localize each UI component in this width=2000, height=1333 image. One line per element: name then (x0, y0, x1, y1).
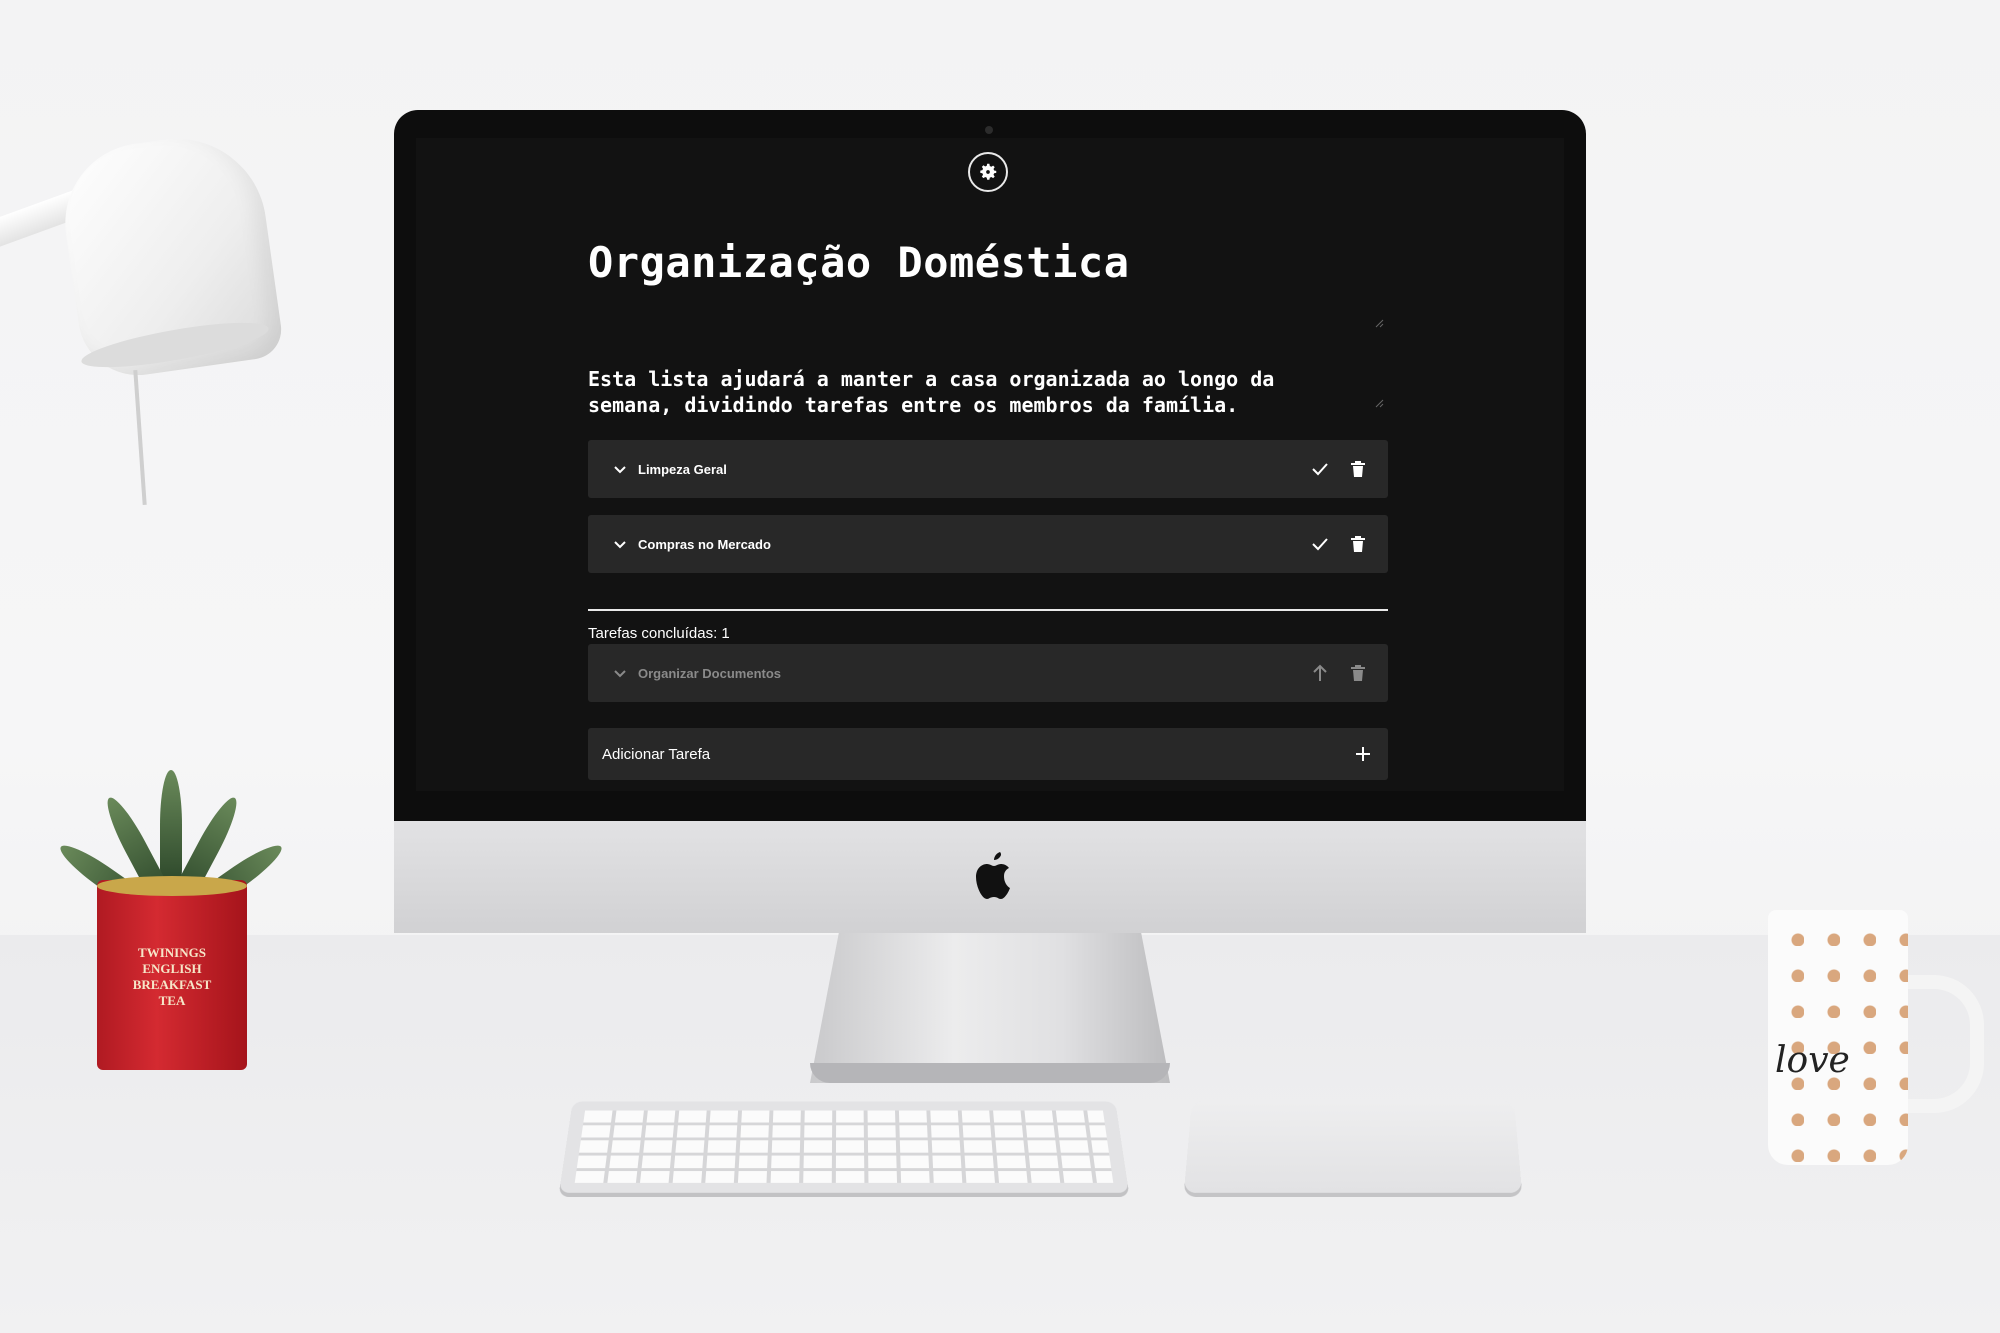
completed-count: Tarefas concluídas: 1 (588, 625, 730, 642)
mug-lettering: love (1775, 1040, 1850, 1081)
arrow-up-icon (1312, 664, 1328, 682)
check-icon (1311, 535, 1329, 553)
list-title[interactable]: Organização Doméstica (588, 238, 1130, 287)
task-label: Compras no Mercado (638, 537, 771, 552)
desk-scene: TWININGS ENGLISH BREAKFAST TEA love Orga… (0, 0, 2000, 1333)
monitor-stand-foot (810, 1063, 1170, 1083)
task-item[interactable]: Compras no Mercado (588, 515, 1388, 573)
tea-tin-rim (97, 876, 247, 896)
section-divider (588, 609, 1388, 611)
plant-leaf (160, 770, 182, 880)
completed-task-item[interactable]: Organizar Documentos (588, 644, 1388, 702)
settings-button[interactable] (968, 152, 1008, 192)
restore-task-button[interactable] (1310, 663, 1330, 683)
trash-icon (1350, 460, 1366, 478)
screen: Organização Doméstica Esta lista ajudará… (416, 138, 1564, 791)
trackpad (1184, 1101, 1522, 1192)
add-task-button[interactable]: Adicionar Tarefa (588, 728, 1388, 780)
task-label: Limpeza Geral (638, 462, 727, 477)
chevron-down-icon[interactable] (612, 461, 628, 477)
todo-app: Organização Doméstica Esta lista ajudará… (416, 138, 1564, 791)
apple-logo-icon (966, 844, 1014, 904)
tea-tin-label: TWININGS ENGLISH BREAKFAST TEA (120, 945, 224, 1035)
trash-icon (1350, 535, 1366, 553)
desk-lamp-cord (133, 370, 146, 505)
delete-task-button[interactable] (1348, 459, 1368, 479)
mug-handle (1900, 975, 1984, 1113)
task-label: Organizar Documentos (638, 666, 781, 681)
check-icon (1311, 460, 1329, 478)
resize-handle-icon[interactable] (1374, 318, 1384, 328)
chevron-down-icon[interactable] (612, 665, 628, 681)
task-item[interactable]: Limpeza Geral (588, 440, 1388, 498)
complete-task-button[interactable] (1310, 459, 1330, 479)
chevron-down-icon[interactable] (612, 536, 628, 552)
camera (985, 126, 993, 134)
monitor: Organização Doméstica Esta lista ajudará… (394, 110, 1586, 933)
keyboard (559, 1101, 1129, 1192)
polka-dot-mug (1768, 910, 1908, 1165)
trash-icon (1350, 664, 1366, 682)
delete-task-button[interactable] (1348, 663, 1368, 683)
delete-task-button[interactable] (1348, 534, 1368, 554)
gear-icon (977, 161, 999, 183)
list-description[interactable]: Esta lista ajudará a manter a casa organ… (588, 366, 1328, 418)
monitor-stand (810, 933, 1170, 1083)
resize-handle-icon[interactable] (1374, 398, 1384, 408)
plus-icon (1354, 745, 1372, 763)
monitor-chin (394, 821, 1586, 933)
complete-task-button[interactable] (1310, 534, 1330, 554)
add-task-label: Adicionar Tarefa (602, 746, 710, 763)
